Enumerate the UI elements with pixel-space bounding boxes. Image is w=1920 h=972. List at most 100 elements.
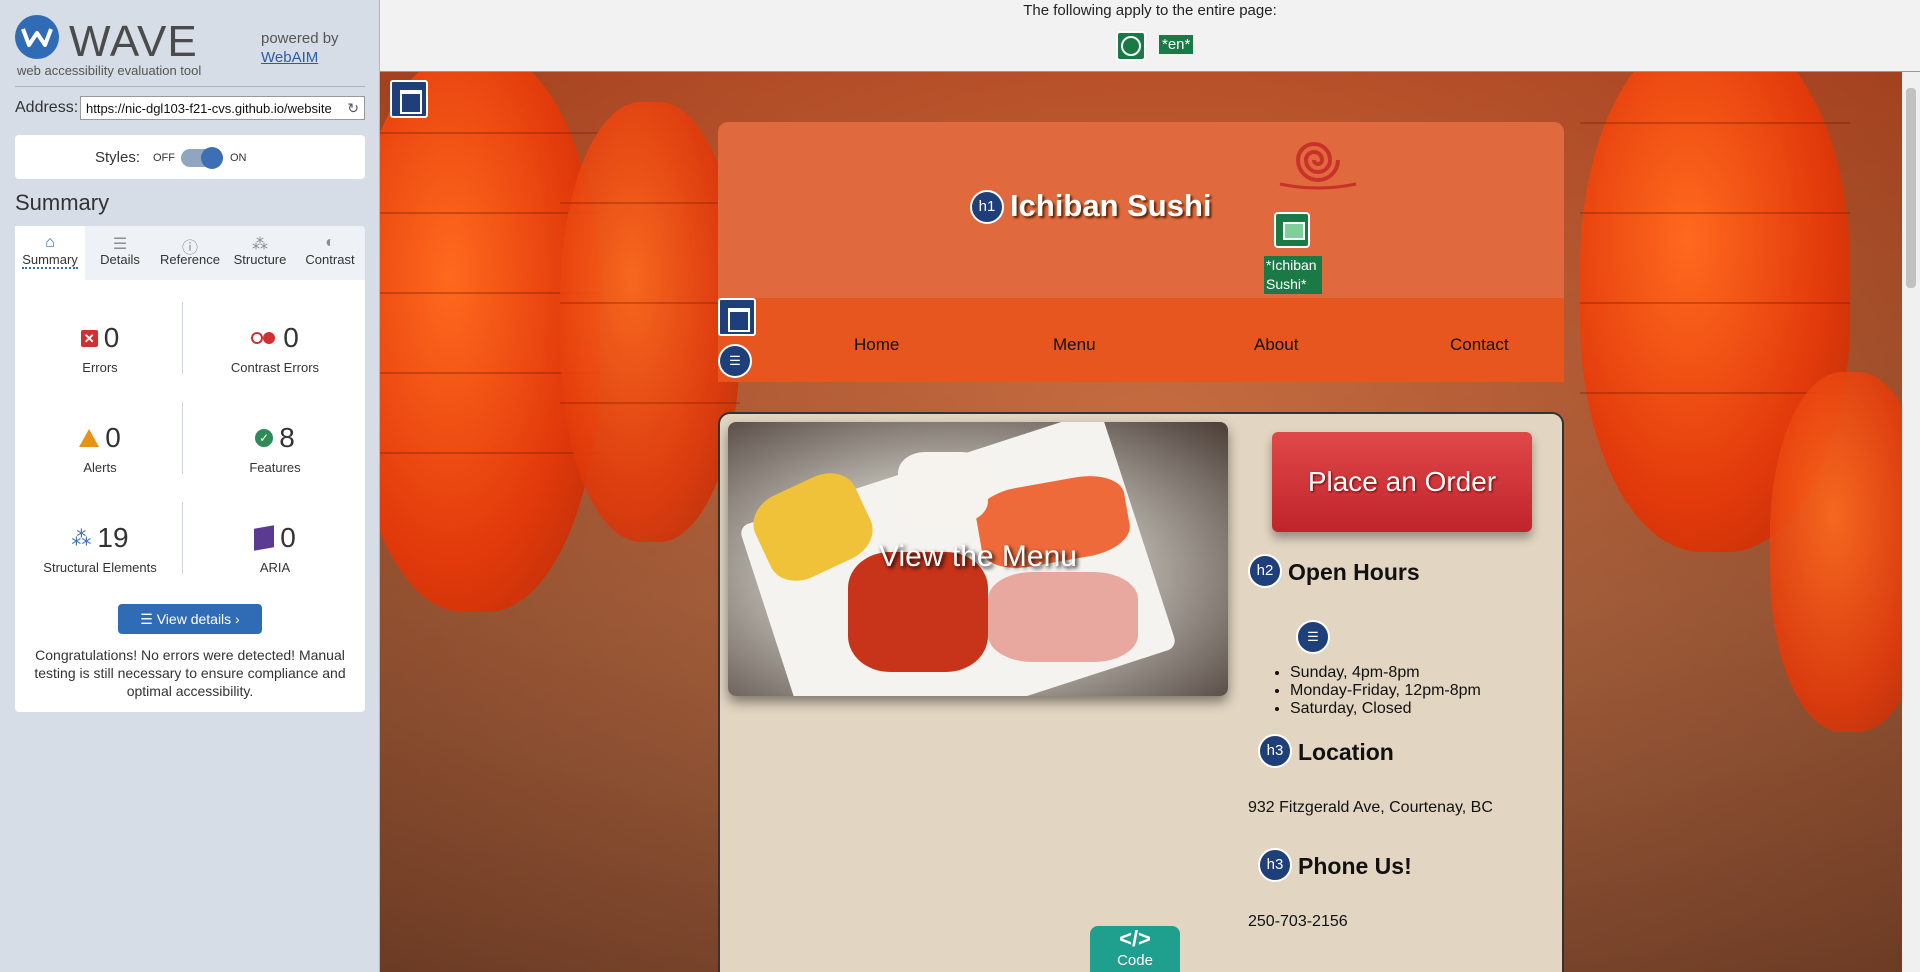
list-icon: ☰: [140, 611, 157, 627]
contrast-icon: ◐: [325, 234, 335, 251]
alert-icon: [79, 429, 100, 447]
sushi-tuna: [988, 572, 1138, 662]
view-details-label: View details ›: [156, 611, 240, 627]
lantern-right-2: [1770, 372, 1920, 732]
structural-count: 19: [97, 522, 129, 553]
heading-marker-icon[interactable]: h2: [1248, 554, 1282, 588]
tab-structure[interactable]: ⁂ Structure: [225, 226, 295, 280]
errors-count: 0: [103, 322, 120, 353]
powered-by: powered by WebAIM: [261, 29, 339, 67]
panel-tabs: ⌂ Summary ☰ Details ⓘ Reference ⁂ Struct…: [15, 226, 365, 280]
structure-icon: ⁂: [71, 527, 92, 550]
page-viewport: h1 Ichiban Sushi *Ichiban Sushi* ☰ Home …: [380, 72, 1920, 972]
site-main: View the Menu Place an Order h2 Open Hou…: [718, 412, 1564, 972]
info-icon: ⓘ: [181, 240, 198, 257]
menu-image-link[interactable]: View the Menu: [728, 422, 1228, 696]
logo-alt-tag[interactable]: *Ichiban Sushi*: [1264, 256, 1322, 294]
divider: [182, 302, 183, 374]
page-level-bar: The following apply to the entire page: …: [380, 0, 1920, 72]
stat-alerts[interactable]: 0 Alerts: [20, 420, 180, 500]
webaim-link[interactable]: WebAIM: [261, 49, 318, 66]
heading-marker-icon[interactable]: h3: [1258, 734, 1292, 768]
phone-heading: Phone Us!: [1298, 853, 1412, 879]
tab-details[interactable]: ☰ Details: [85, 226, 155, 280]
page-level-text: The following apply to the entire page:: [1023, 2, 1277, 19]
heading-marker-icon[interactable]: h3: [1258, 848, 1292, 882]
image-alt-icon[interactable]: [1274, 212, 1310, 248]
place-order-button[interactable]: Place an Order: [1272, 432, 1532, 532]
address-value: https://nic-dgl103-f21-cvs.github.io/web…: [86, 101, 332, 116]
nav-menu[interactable]: Menu: [1053, 335, 1096, 355]
errors-label: Errors: [82, 360, 118, 375]
view-menu-text: View the Menu: [879, 540, 1077, 573]
language-tag[interactable]: *en*: [1159, 35, 1194, 54]
vertical-scrollbar[interactable]: [1902, 72, 1920, 972]
address-input[interactable]: https://nic-dgl103-f21-cvs.github.io/web…: [80, 96, 365, 120]
stat-features[interactable]: ✓ 8 Features: [195, 420, 355, 500]
nav-home[interactable]: Home: [854, 335, 899, 355]
tab-label: Structure: [233, 252, 287, 267]
styles-label: Styles:: [95, 149, 141, 166]
contrast-error-icon: [251, 331, 277, 345]
globe-icon[interactable]: [1116, 31, 1146, 61]
styles-toggle[interactable]: [181, 147, 223, 169]
aria-icon: [254, 525, 275, 551]
tab-reference[interactable]: ⓘ Reference: [155, 226, 225, 280]
list-marker-icon[interactable]: ☰: [1296, 620, 1330, 654]
heading-marker-icon[interactable]: h1: [970, 190, 1004, 224]
code-label: Code: [1117, 952, 1153, 969]
sushi-white: [898, 452, 988, 522]
alerts-label: Alerts: [83, 460, 117, 475]
nav-about[interactable]: About: [1254, 335, 1298, 355]
feature-check-icon: ✓: [255, 429, 274, 447]
divider: [15, 86, 365, 87]
alerts-count: 0: [105, 422, 121, 453]
toggle-knob: [201, 147, 223, 169]
summary-heading: Summary: [15, 190, 110, 215]
code-icon: </>: [1119, 926, 1151, 951]
divider: [182, 402, 183, 474]
list-icon: ☰: [112, 236, 128, 253]
stat-errors[interactable]: ✕ 0 Errors: [20, 320, 180, 400]
error-icon: ✕: [80, 329, 98, 347]
powered-by-text: powered by: [261, 30, 339, 47]
site-title: Ichiban Sushi: [1010, 188, 1212, 223]
hours-item: Monday-Friday, 12pm-8pm: [1290, 682, 1481, 700]
view-details-button[interactable]: ☰ View details ›: [118, 604, 262, 634]
tab-label: Summary: [22, 252, 78, 269]
structure-icon: ⁂: [252, 236, 268, 253]
list-marker-icon[interactable]: ☰: [718, 344, 752, 378]
tab-label: Details: [100, 252, 140, 267]
contrast-errors-label: Contrast Errors: [230, 360, 320, 375]
home-icon: ⌂: [45, 234, 55, 251]
congrats-message: Congratulations! No errors were detected…: [34, 647, 346, 699]
tab-label: Contrast: [305, 252, 355, 267]
features-count: 8: [279, 422, 295, 453]
aria-count: 0: [280, 522, 296, 553]
nav-contact[interactable]: Contact: [1450, 335, 1509, 355]
logo-swirl-icon: [1279, 142, 1357, 190]
site-nav: ☰ Home Menu About Contact: [718, 298, 1564, 382]
tab-contrast[interactable]: ◐ Contrast: [295, 226, 365, 280]
wave-title: WAVE: [69, 17, 198, 66]
hours-item: Saturday, Closed: [1290, 700, 1481, 718]
contrast-errors-count: 0: [283, 322, 299, 353]
structural-label: Structural Elements: [43, 560, 157, 575]
address-label: Address:: [15, 99, 79, 116]
wave-region-icon[interactable]: [390, 80, 428, 118]
site-header: h1 Ichiban Sushi *Ichiban Sushi*: [718, 122, 1564, 298]
wave-nav-region-icon[interactable]: [718, 298, 756, 336]
features-label: Features: [249, 460, 301, 475]
stat-structural[interactable]: ⁂ 19 Structural Elements: [20, 520, 180, 600]
toggle-off-label: OFF: [153, 152, 175, 164]
address-bar: Address: https://nic-dgl103-f21-cvs.gith…: [15, 96, 365, 120]
wave-logo-icon: [15, 15, 59, 59]
code-toggle-button[interactable]: </> Code: [1090, 926, 1180, 972]
stat-contrast-errors[interactable]: 0 Contrast Errors: [195, 320, 355, 400]
lantern-left-2: [560, 102, 740, 542]
scrollbar-thumb[interactable]: [1906, 88, 1916, 288]
stat-aria[interactable]: 0 ARIA: [195, 520, 355, 600]
tab-summary[interactable]: ⌂ Summary: [15, 226, 85, 280]
reload-icon[interactable]: ↻: [347, 100, 359, 117]
toggle-on-label: ON: [230, 152, 247, 164]
